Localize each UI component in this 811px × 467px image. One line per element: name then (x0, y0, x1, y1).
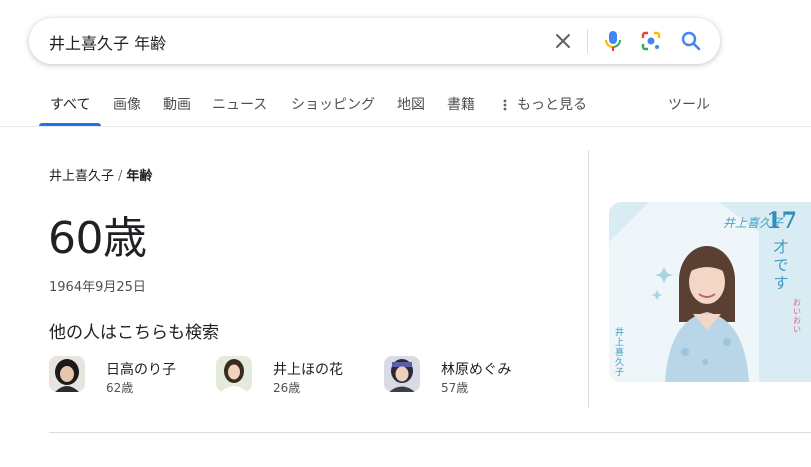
microphone-icon[interactable] (602, 29, 624, 53)
photo-side-text: 井上喜久子 (615, 328, 625, 378)
tabs-divider (0, 126, 811, 127)
tab-more[interactable]: もっと見る (517, 94, 587, 114)
search-input[interactable]: 井上喜久子 年齢 (49, 30, 166, 54)
related-person-age: 62歳 (106, 381, 134, 395)
tab-books[interactable]: 書籍 (447, 94, 475, 114)
search-divider (587, 29, 588, 53)
search-bar[interactable]: 井上喜久子 年齢 (29, 18, 720, 64)
search-tabs: すべて 画像 動画 ニュース ショッピング 地図 書籍 もっと見る ツール (0, 84, 811, 126)
tab-videos[interactable]: 動画 (163, 94, 191, 114)
section-divider (49, 432, 811, 433)
related-person[interactable]: 日高のり子 62歳 (49, 356, 209, 396)
related-person-name: 井上ほの花 (273, 362, 343, 378)
tab-news[interactable]: ニュース (212, 94, 267, 114)
avatar (384, 356, 420, 392)
related-person[interactable]: 林原めぐみ 57歳 (384, 356, 544, 396)
related-person-age: 26歳 (273, 381, 301, 395)
photo-small-text: おいおい (793, 298, 801, 334)
tab-images[interactable]: 画像 (113, 94, 141, 114)
tab-shopping[interactable]: ショッピング (291, 94, 375, 114)
avatar (216, 356, 252, 392)
google-lens-icon[interactable] (640, 30, 662, 52)
tab-tools[interactable]: ツール (668, 94, 710, 114)
clear-icon[interactable] (553, 31, 573, 51)
breadcrumb-separator: / (118, 169, 123, 184)
more-vert-icon[interactable] (503, 97, 507, 111)
breadcrumb-entity[interactable]: 井上喜久子 (49, 169, 114, 184)
answer-age: 60歳 (48, 213, 147, 264)
related-person-age: 57歳 (441, 381, 469, 395)
breadcrumb-attribute: 年齢 (126, 169, 153, 184)
people-also-search-heading: 他の人はこちらも検索 (49, 323, 219, 343)
tab-all[interactable]: すべて (50, 94, 90, 114)
avatar (49, 356, 85, 392)
column-divider (588, 150, 589, 408)
search-icon[interactable] (680, 30, 702, 52)
related-person-name: 日高のり子 (106, 362, 176, 378)
tab-maps[interactable]: 地図 (397, 94, 425, 114)
photo-vertical-text: 才です (773, 238, 789, 292)
profile-photo[interactable]: 井上喜久子 17 才です おいおい 井上喜久子 (609, 202, 811, 382)
related-person-name: 林原めぐみ (441, 362, 512, 378)
breadcrumb: 井上喜久子 / 年齢 (49, 165, 152, 184)
related-person[interactable]: 井上ほの花 26歳 (216, 356, 376, 396)
photo-number-text: 17 (766, 208, 797, 234)
birth-date: 1964年9月25日 (49, 280, 146, 295)
